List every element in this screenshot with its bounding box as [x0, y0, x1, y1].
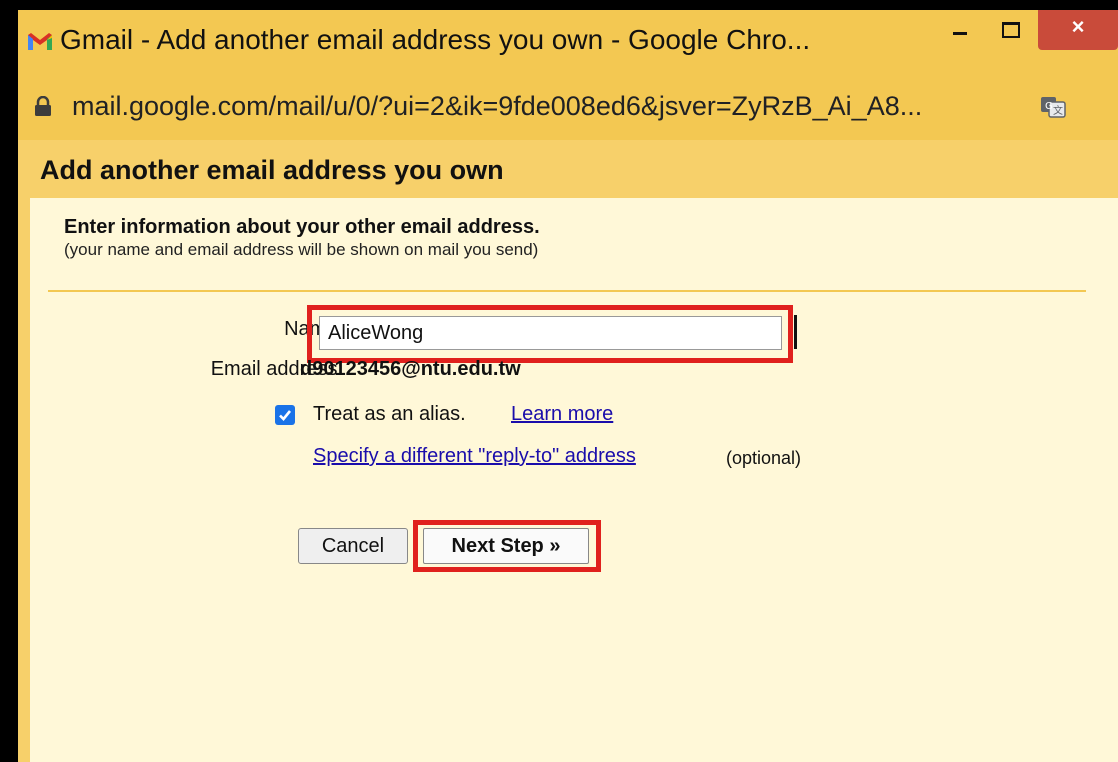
form-subheading: (your name and email address will be sho…	[64, 240, 539, 259]
alias-label: Treat as an alias.	[313, 403, 466, 425]
divider	[48, 290, 1086, 292]
address-bar[interactable]: mail.google.com/mail/u/0/?ui=2&ik=9fde00…	[18, 76, 1118, 136]
next-step-button[interactable]: Next Step »	[423, 528, 589, 564]
url-text[interactable]: mail.google.com/mail/u/0/?ui=2&ik=9fde00…	[72, 91, 922, 122]
form-heading: Enter information about your other email…	[64, 216, 540, 238]
close-button[interactable]: ×	[1038, 10, 1118, 50]
email-value: d90123456@ntu.edu.tw	[300, 358, 521, 380]
dialog-page: Add another email address you own Enter …	[18, 140, 1118, 762]
form-panel: Enter information about your other email…	[30, 198, 1118, 762]
learn-more-link[interactable]: Learn more	[511, 403, 613, 426]
gmail-icon	[28, 33, 52, 50]
svg-text:文: 文	[1053, 104, 1063, 117]
page-title: Add another email address you own	[40, 155, 504, 185]
optional-note: (optional)	[726, 448, 802, 468]
translate-icon[interactable]: G 文	[1040, 96, 1066, 118]
name-input[interactable]	[319, 316, 782, 350]
check-icon	[279, 410, 292, 421]
browser-window: Gmail - Add another email address you ow…	[18, 10, 1118, 762]
reply-to-link[interactable]: Specify a different "reply-to" address	[313, 445, 636, 468]
svg-text:G: G	[1045, 101, 1053, 112]
maximize-icon[interactable]	[988, 10, 1032, 44]
window-title: Gmail - Add another email address you ow…	[60, 24, 811, 55]
minimize-icon[interactable]	[938, 10, 980, 44]
close-icon: ×	[1071, 14, 1085, 39]
title-bar[interactable]: Gmail - Add another email address you ow…	[18, 10, 1118, 72]
cancel-button[interactable]: Cancel	[298, 528, 408, 564]
alias-checkbox[interactable]	[275, 405, 295, 425]
lock-icon	[35, 96, 51, 116]
text-cursor	[794, 315, 797, 349]
